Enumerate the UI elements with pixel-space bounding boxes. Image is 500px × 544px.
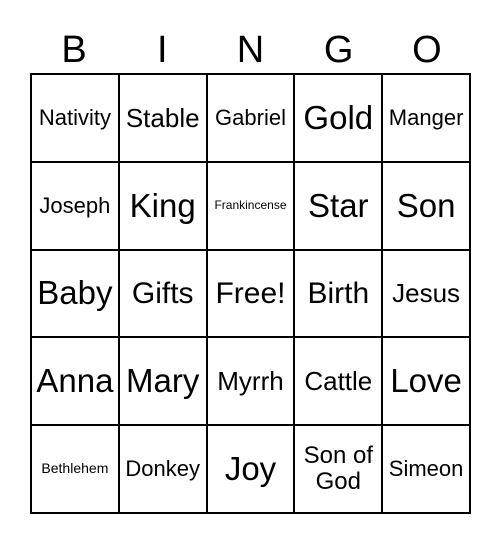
header-letter-b: B [61,29,87,71]
bingo-cell[interactable]: Gold [294,74,383,162]
bingo-header: B I N G O [30,28,471,72]
bingo-cell[interactable]: Myrrh [206,337,295,426]
bingo-cell[interactable]: Frankincense [206,161,295,250]
bingo-cell[interactable]: Baby [31,249,119,338]
bingo-cell[interactable]: King [118,161,207,250]
bingo-grid: Nativity Stable Gabriel Gold Manger Jose… [30,73,471,514]
bingo-cell[interactable]: Gabriel [206,74,295,162]
bingo-cell[interactable]: Love [382,337,470,426]
bingo-cell[interactable]: Donkey [118,425,207,513]
bingo-cell[interactable]: Son of God [294,425,383,513]
header-letter-i: I [157,29,168,71]
bingo-cell[interactable]: Star [294,161,383,250]
bingo-cell[interactable]: Stable [118,74,207,162]
bingo-cell[interactable]: Nativity [31,74,119,162]
bingo-cell[interactable]: Cattle [294,337,383,426]
bingo-cell[interactable]: Jesus [382,249,470,338]
bingo-cell[interactable]: Joseph [31,161,119,250]
bingo-cell[interactable]: Bethlehem [31,425,119,513]
bingo-cell[interactable]: Son [382,161,470,250]
header-letter-n: N [236,29,265,71]
free-space-cell[interactable]: Free! [206,249,295,338]
bingo-cell[interactable]: Gifts [118,249,207,338]
header-letter-o: O [412,29,442,71]
header-letter-g: G [323,29,354,71]
bingo-cell[interactable]: Birth [294,249,383,338]
bingo-cell[interactable]: Joy [206,425,295,513]
bingo-cell[interactable]: Mary [118,337,207,426]
bingo-cell[interactable]: Simeon [382,425,470,513]
bingo-cell[interactable]: Manger [382,74,470,162]
bingo-cell[interactable]: Anna [31,337,119,426]
